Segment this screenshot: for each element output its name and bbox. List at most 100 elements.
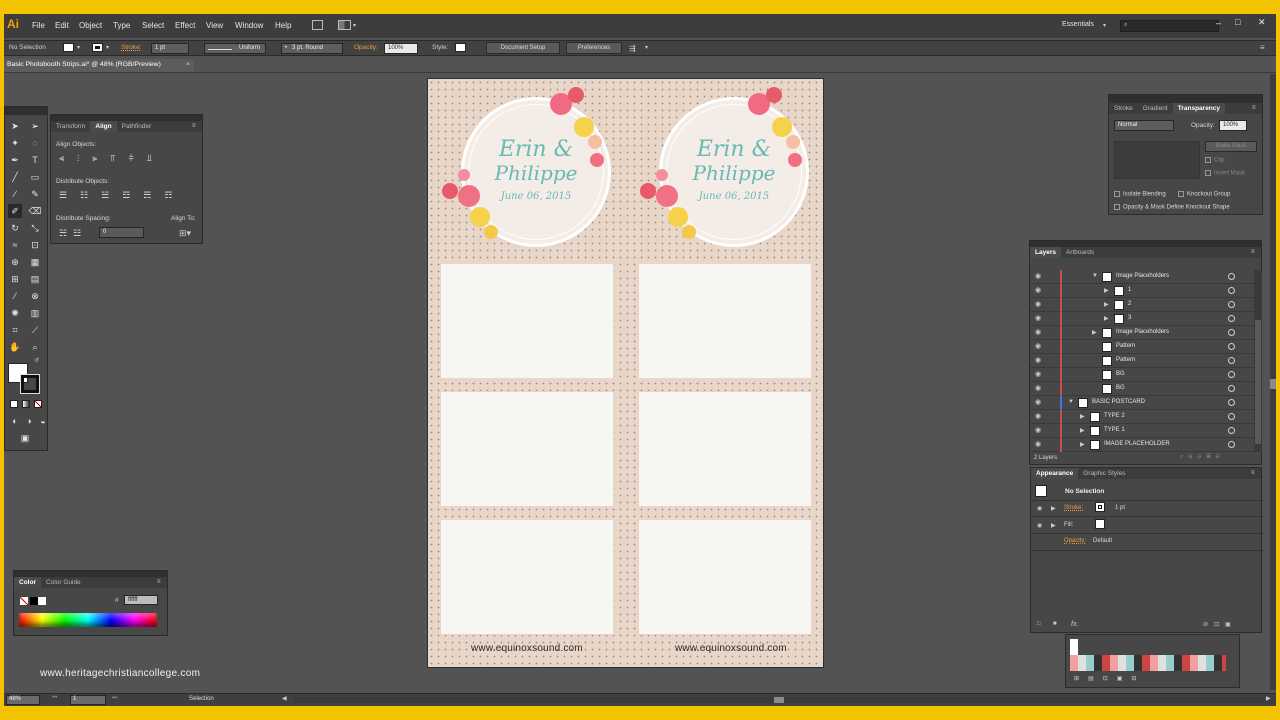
swatches-footer-icons[interactable]: ⊞▤⊡▣⊟ — [1074, 675, 1145, 682]
image-placeholder[interactable] — [639, 264, 811, 378]
distribute-objects-buttons[interactable]: ☰☷☱☲☴☶ — [59, 190, 199, 201]
gradient-mode-icon[interactable] — [22, 400, 30, 408]
menu-type[interactable]: Type — [113, 21, 130, 30]
graphic-style-swatch[interactable] — [455, 43, 466, 52]
panel-menu-icon[interactable]: ≡ — [157, 579, 161, 585]
tab-pathfinder[interactable]: Pathfinder — [117, 121, 157, 132]
tab-stroke[interactable]: Stroke — [1109, 103, 1138, 114]
pencil-icon[interactable]: ✎ — [28, 187, 42, 201]
stroke-attribute-label[interactable]: Stroke: — [1064, 505, 1083, 511]
chevron-down-icon[interactable]: ▾ — [1103, 22, 1106, 29]
expand-triangle-icon[interactable]: ▶ — [1051, 522, 1056, 529]
pen-tool-icon[interactable]: ✒ — [8, 153, 22, 167]
chevron-down-icon[interactable]: ▾ — [353, 22, 356, 29]
stroke-swatch[interactable] — [92, 43, 103, 52]
bridge-icon[interactable] — [312, 20, 323, 30]
draw-inside-icon[interactable]: ◒ — [36, 414, 50, 428]
align-to-selection-icon[interactable]: ⊞▾ — [179, 228, 191, 239]
image-placeholder[interactable] — [639, 392, 811, 506]
eye-icon[interactable]: ◉ — [1035, 385, 1043, 392]
search-input[interactable]: ⌕ — [1120, 20, 1219, 32]
draw-normal-icon[interactable]: ◐ — [8, 414, 22, 428]
eye-icon[interactable]: ◉ — [1035, 329, 1043, 336]
direct-selection-tool-icon[interactable]: ➢ — [28, 119, 42, 133]
eye-icon[interactable]: ◉ — [1035, 273, 1043, 280]
target-icon[interactable] — [1228, 301, 1235, 308]
minimize-button[interactable]: – — [1216, 18, 1221, 28]
scrollbar-thumb[interactable] — [1270, 379, 1276, 389]
last-artboard-icon[interactable]: ⏭ — [112, 695, 117, 702]
eye-icon[interactable]: ◉ — [1035, 371, 1043, 378]
black-swatch[interactable] — [30, 597, 38, 605]
magic-wand-icon[interactable]: ✦ — [8, 136, 22, 150]
opacity-field[interactable]: 100% — [384, 43, 418, 54]
target-icon[interactable] — [1228, 385, 1235, 392]
stroke-weight-field[interactable]: 1 pt — [151, 43, 189, 54]
knockout-group-checkbox[interactable]: Knockout Group — [1178, 191, 1230, 198]
mesh-tool-icon[interactable]: ⊞ — [8, 272, 22, 286]
scrollbar-thumb[interactable] — [774, 697, 784, 703]
scale-tool-icon[interactable]: ⤡ — [28, 221, 42, 235]
clip-checkbox[interactable]: Clip — [1205, 157, 1224, 164]
layer-row[interactable]: ◉ ▶ 3 — [1030, 312, 1254, 326]
image-placeholder[interactable] — [441, 392, 613, 506]
tab-gradient[interactable]: Gradient — [1138, 103, 1173, 114]
panel-menu-icon[interactable]: ≡ — [1260, 43, 1265, 52]
target-icon[interactable] — [1228, 371, 1235, 378]
maximize-button[interactable]: □ — [1235, 17, 1240, 27]
swap-colors-icon[interactable]: ↺ — [34, 357, 39, 364]
layer-row[interactable]: ◉ ▼ BASIC POSTCARD — [1030, 396, 1254, 410]
panel-menu-icon[interactable]: ≡ — [1251, 470, 1255, 476]
gradient-tool-icon[interactable]: ▤ — [28, 272, 42, 286]
expand-triangle-icon[interactable]: ▶ — [1080, 427, 1085, 434]
document-setup-button[interactable]: Document Setup — [486, 42, 560, 54]
swatch-grid[interactable] — [1070, 639, 1226, 671]
invert-mask-checkbox[interactable]: Invert Mask — [1205, 170, 1245, 177]
rotate-tool-icon[interactable]: ↻ — [8, 221, 22, 235]
tab-layers[interactable]: Layers — [1030, 247, 1061, 258]
layer-row[interactable]: ◉ ▶ TYPE 1 — [1030, 424, 1254, 438]
target-icon[interactable] — [1228, 399, 1235, 406]
target-icon[interactable] — [1228, 441, 1235, 448]
arrange-documents-icon[interactable] — [338, 20, 351, 30]
layers-footer-icons[interactable]: ⌕⊕⊖▣⊟ — [1180, 454, 1225, 461]
distribute-spacing-buttons[interactable]: ☵☳ — [59, 228, 87, 239]
document-tab[interactable]: Basic Photobooth Strips.ai* @ 48% (RGB/P… — [4, 59, 194, 72]
stroke-color-box[interactable] — [20, 374, 40, 394]
eraser-icon[interactable]: ⌫ — [28, 204, 42, 218]
menu-effect[interactable]: Effect — [175, 21, 195, 30]
layers-scrollbar[interactable] — [1254, 270, 1262, 452]
scrollbar-thumb[interactable] — [1255, 320, 1261, 444]
layer-row[interactable]: ◉ BG — [1030, 368, 1254, 382]
symbol-sprayer-icon[interactable]: ✺ — [8, 306, 22, 320]
image-placeholder[interactable] — [441, 520, 613, 634]
stroke-attribute-swatch[interactable] — [1095, 502, 1105, 512]
eye-icon[interactable]: ◉ — [1035, 343, 1043, 350]
eye-icon[interactable]: ◉ — [1037, 522, 1042, 529]
expand-triangle-icon[interactable]: ▶ — [1051, 505, 1056, 512]
zoom-tool-icon[interactable]: ⌕ — [28, 340, 42, 354]
close-tab-icon[interactable]: × — [186, 61, 190, 68]
collapse-triangle-icon[interactable]: ▼ — [1068, 399, 1074, 405]
target-icon[interactable] — [1228, 273, 1235, 280]
eye-icon[interactable]: ◉ — [1035, 427, 1043, 434]
tab-appearance[interactable]: Appearance — [1031, 468, 1079, 479]
layer-row[interactable]: ◉ ▶ Image Placeholders — [1030, 326, 1254, 340]
isolate-blending-checkbox[interactable]: Isolate Blending — [1114, 191, 1166, 198]
color-mode-icon[interactable] — [10, 400, 18, 408]
eye-icon[interactable]: ◉ — [1035, 301, 1043, 308]
selection-tool-icon[interactable]: ➤ — [8, 119, 22, 133]
panel-menu-icon[interactable]: ≡ — [192, 123, 196, 129]
expand-triangle-icon[interactable]: ▶ — [1080, 441, 1085, 448]
make-mask-button[interactable]: Make Mask — [1205, 141, 1257, 152]
appearance-footer-icons[interactable]: ⊘⊡▣ — [1203, 621, 1237, 628]
rectangle-tool-icon[interactable]: ▭ — [28, 170, 42, 184]
menu-select[interactable]: Select — [142, 21, 164, 30]
tab-color[interactable]: Color — [14, 577, 41, 588]
menu-object[interactable]: Object — [79, 21, 102, 30]
scroll-left-arrow[interactable]: ◀ — [282, 695, 287, 702]
preferences-button[interactable]: Preferences — [566, 42, 622, 54]
white-swatch[interactable] — [38, 597, 46, 605]
scroll-right-arrow[interactable]: ▶ — [1266, 695, 1271, 702]
first-artboard-icon[interactable]: ⏮ — [52, 695, 57, 702]
